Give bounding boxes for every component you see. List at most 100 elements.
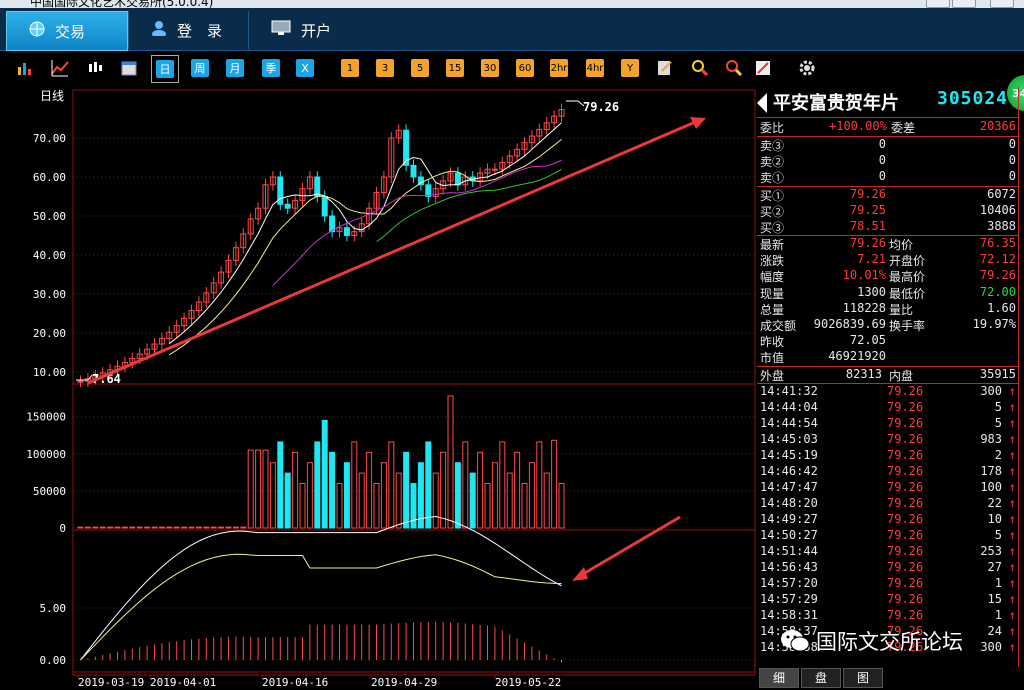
low-marker bbox=[76, 374, 93, 381]
inner-value: 35915 bbox=[979, 367, 1016, 381]
tick-volume: 22 bbox=[987, 496, 1002, 510]
sell-row: 卖③ 0 0 bbox=[757, 137, 1018, 153]
volume-bar bbox=[292, 451, 299, 529]
tick-row: 14:50:27 79.26 5 ↑ bbox=[757, 528, 1018, 544]
year-button[interactable]: Y bbox=[621, 59, 639, 77]
volume-bar bbox=[129, 526, 136, 529]
hour-2-button[interactable]: 2hr bbox=[550, 59, 568, 77]
stat-value: 79.26 bbox=[849, 236, 886, 250]
tick-volume: 10 bbox=[987, 512, 1002, 526]
sell-row: 卖② 0 0 bbox=[757, 153, 1018, 169]
minute-1-button[interactable]: 1 bbox=[341, 59, 359, 77]
volume-bar bbox=[425, 441, 432, 529]
minute-15-button[interactable]: 15 bbox=[446, 59, 464, 77]
stat-value-2: 79.26 bbox=[979, 268, 1016, 283]
minute-60-button[interactable]: 60 bbox=[516, 59, 534, 77]
volume-bar bbox=[351, 441, 358, 529]
kline-chart[interactable]: 日线 70.00 60.00 50.00 40.00 30.00 20.00 10.00 1… bbox=[0, 87, 757, 689]
buy-label: 买① bbox=[760, 189, 785, 203]
up-arrow-icon: ↑ bbox=[1008, 416, 1016, 430]
calendar-icon[interactable] bbox=[120, 59, 138, 77]
macd-indicator bbox=[80, 515, 562, 663]
up-arrow-icon: ↑ bbox=[1008, 576, 1016, 590]
volume-bar bbox=[477, 451, 484, 529]
divider bbox=[757, 117, 1018, 118]
minute-30-button[interactable]: 30 bbox=[481, 59, 499, 77]
stat-value: 46921920 bbox=[828, 349, 886, 364]
tick-price: 79.26 bbox=[887, 464, 924, 478]
volume-bar bbox=[358, 472, 365, 529]
product-header: 平安富贵贺年片 305024 34 bbox=[757, 75, 1024, 117]
tick-time: 14:44:04 bbox=[760, 400, 818, 414]
tick-volume: 100 bbox=[980, 480, 1002, 494]
volume-bar bbox=[107, 526, 114, 529]
up-arrow-icon: ↑ bbox=[1008, 560, 1016, 574]
minimize-icon[interactable] bbox=[926, 0, 950, 8]
wechat-icon bbox=[781, 630, 810, 652]
macd-tick-label: 0.00 bbox=[40, 654, 67, 667]
close-icon[interactable] bbox=[990, 0, 1014, 8]
volume-bar bbox=[440, 451, 447, 529]
tick-row: 14:47:47 79.26 100 ↑ bbox=[757, 480, 1018, 496]
tick-time: 14:48:20 bbox=[760, 496, 818, 510]
tick-time: 14:56:43 bbox=[760, 560, 818, 574]
gear-icon[interactable] bbox=[798, 59, 816, 77]
tab-login[interactable]: 登 录 bbox=[128, 11, 247, 49]
buy-label: 买② bbox=[760, 205, 785, 219]
candle-body bbox=[491, 168, 498, 171]
up-arrow-icon: ↑ bbox=[1008, 544, 1016, 558]
period-month-button[interactable]: 月 bbox=[226, 59, 244, 77]
period-quarter-button[interactable]: 季 bbox=[262, 59, 280, 77]
stat-row: 市值 46921920 bbox=[757, 349, 1018, 365]
zoom-in-icon[interactable] bbox=[691, 59, 709, 77]
draw-icon[interactable] bbox=[754, 59, 772, 77]
price-tick-label: 10.00 bbox=[33, 366, 66, 379]
back-arrow-icon[interactable] bbox=[757, 93, 767, 113]
tab-book[interactable]: 盘 bbox=[801, 668, 841, 688]
stat-label: 最新 bbox=[760, 238, 785, 252]
date-tick-label: 2019-04-16 bbox=[262, 676, 328, 686]
buy-row: 买② 79.25 10406 bbox=[757, 203, 1018, 219]
edit-icon[interactable] bbox=[656, 59, 674, 77]
stat-label-2: 最高价 bbox=[889, 270, 926, 285]
volume-axis: 150000 100000 50000 0 bbox=[26, 411, 66, 535]
tab-trade[interactable]: 交易 bbox=[6, 11, 128, 51]
period-week-button[interactable]: 周 bbox=[191, 59, 209, 77]
candle-body bbox=[410, 164, 417, 178]
stat-label: 昨收 bbox=[760, 335, 785, 350]
volume-bar bbox=[188, 526, 195, 529]
minute-3-button[interactable]: 3 bbox=[376, 59, 394, 77]
candlestick-icon[interactable] bbox=[86, 59, 104, 77]
tab-trade-label: 交易 bbox=[55, 22, 86, 41]
minute-5-button[interactable]: 5 bbox=[411, 59, 429, 77]
stat-value-2: 1.60 bbox=[987, 300, 1016, 315]
maximize-icon[interactable] bbox=[952, 0, 976, 8]
candlesticks bbox=[77, 103, 565, 388]
volume-bar bbox=[491, 462, 498, 529]
tab-detail[interactable]: 细 bbox=[759, 668, 799, 688]
volume-bar bbox=[136, 526, 143, 529]
tick-row: 14:57:20 79.26 1 ↑ bbox=[757, 576, 1018, 592]
bar-chart-icon[interactable] bbox=[16, 59, 34, 77]
line-chart-icon[interactable] bbox=[51, 59, 69, 77]
tab-graph[interactable]: 图 bbox=[843, 668, 883, 688]
zoom-out-icon[interactable] bbox=[725, 59, 743, 77]
weibi-value: +100.00% bbox=[829, 119, 887, 133]
stat-row: 涨跌 7.21 开盘价 72.12 bbox=[757, 252, 1018, 268]
volume-tick-label: 150000 bbox=[26, 411, 66, 424]
stat-value-2: 72.12 bbox=[979, 252, 1016, 267]
hour-4-button[interactable]: 4hr bbox=[586, 59, 604, 77]
sell-label: 卖② bbox=[760, 155, 785, 169]
tick-volume: 1 bbox=[994, 576, 1002, 590]
stat-label-2: 均价 bbox=[889, 238, 914, 252]
tab-open-account[interactable]: 开户 bbox=[248, 11, 389, 49]
stat-row: 现量 1300 最低价 72.00 bbox=[757, 285, 1018, 301]
weicha-value: 20366 bbox=[979, 119, 1016, 133]
watermark-text: 国际文交所论坛 bbox=[816, 630, 963, 654]
stat-label: 现量 bbox=[760, 286, 785, 301]
tick-volume: 5 bbox=[994, 400, 1002, 414]
volume-bar bbox=[151, 526, 158, 529]
tick-price: 79.26 bbox=[887, 608, 924, 622]
period-x-button[interactable]: X bbox=[296, 59, 314, 77]
period-day-button[interactable]: 日 bbox=[151, 55, 179, 83]
